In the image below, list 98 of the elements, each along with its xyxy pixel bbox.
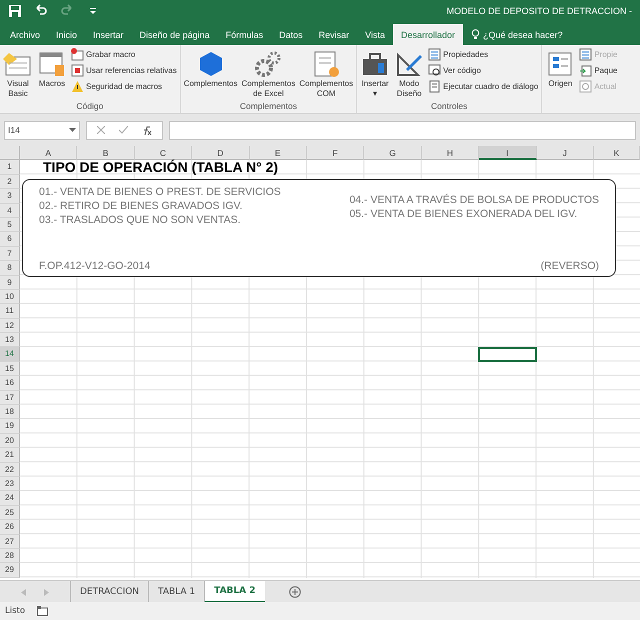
- row-header[interactable]: 28: [0, 548, 20, 564]
- name-box[interactable]: I14: [4, 120, 80, 140]
- ribbon-tab[interactable]: Archivo: [2, 24, 48, 45]
- window-title: MODELO DE DEPOSITO DE DETRACCION -: [446, 6, 632, 16]
- ribbon-button[interactable]: Complementos COM: [298, 47, 354, 101]
- side-label: (REVERSO): [540, 260, 599, 272]
- row-header[interactable]: 25: [0, 506, 20, 520]
- ribbon-button[interactable]: Modo Diseño: [393, 47, 426, 101]
- row-header[interactable]: 4: [0, 204, 20, 218]
- properties-list-icon: [579, 48, 592, 61]
- ribbon-tab[interactable]: Insertar: [85, 24, 132, 45]
- ribbon-button[interactable]: Grabar macro: [70, 47, 178, 62]
- row-header[interactable]: 18: [0, 405, 20, 420]
- row-header[interactable]: 23: [0, 476, 20, 492]
- ribbon-button[interactable]: Insertar ▾: [359, 47, 392, 101]
- column-header[interactable]: D: [192, 146, 250, 160]
- row-header[interactable]: 17: [0, 390, 20, 406]
- ribbon-button[interactable]: Origen: [544, 47, 576, 101]
- group-label: Código: [75, 101, 104, 113]
- ribbon-tab[interactable]: Diseño de página: [132, 24, 218, 45]
- column-header[interactable]: I: [479, 146, 537, 160]
- properties-list-icon: [428, 48, 442, 61]
- row-header[interactable]: 1: [0, 160, 20, 175]
- column-header[interactable]: C: [134, 146, 192, 160]
- row-header[interactable]: 21: [0, 448, 20, 463]
- check-icon[interactable]: [119, 126, 128, 134]
- operation-type: 01.- VENTA DE BIENES O PREST. DE SERVICIOS: [39, 186, 281, 198]
- column-header[interactable]: H: [422, 146, 480, 160]
- row-header[interactable]: 13: [0, 333, 20, 348]
- lightbulb-icon: [471, 29, 480, 40]
- ribbon-button[interactable]: Usar referencias relativas: [70, 63, 178, 78]
- ribbon-tab[interactable]: Desarrollador: [393, 24, 464, 45]
- macro-record-icon[interactable]: [37, 606, 48, 616]
- save-icon[interactable]: [8, 4, 22, 18]
- formula-field[interactable]: [169, 120, 636, 140]
- gears-icon: [253, 49, 284, 79]
- warning-icon: [71, 80, 84, 93]
- column-header[interactable]: B: [77, 146, 135, 160]
- row-header[interactable]: 16: [0, 376, 20, 391]
- sheet-title: TIPO DE OPERACIÓN (TABLA N° 2): [43, 160, 280, 175]
- column-header[interactable]: E: [250, 146, 307, 160]
- ribbon-button[interactable]: Propiedades: [427, 47, 540, 62]
- row-header[interactable]: 15: [0, 362, 20, 376]
- row-header[interactable]: 9: [0, 276, 20, 290]
- ribbon-button[interactable]: Ver código: [427, 63, 540, 78]
- operation-type: 04.- VENTA A TRAVÉS DE BOLSA DE PRODUCTOS: [349, 194, 599, 206]
- magnifier-page-icon: [428, 64, 442, 77]
- form-code: F.OP.412-V12-GO-2014: [39, 260, 150, 272]
- ribbon-tab[interactable]: Datos: [271, 24, 311, 45]
- ribbon-button[interactable]: Complementos: [182, 47, 239, 101]
- status-text: Listo: [5, 606, 26, 616]
- row-header[interactable]: 6: [0, 232, 20, 247]
- column-header[interactable]: A: [20, 146, 78, 160]
- row-header[interactable]: 14: [0, 347, 20, 362]
- function-icon[interactable]: [142, 126, 152, 134]
- refresh-page-icon: [579, 80, 592, 93]
- column-header[interactable]: J: [536, 146, 594, 160]
- group-label: Complementos: [238, 101, 298, 113]
- row-header[interactable]: 12: [0, 318, 20, 334]
- operation-type: 05.- VENTA DE BIENES EXONERADA DEL IGV.: [349, 208, 578, 220]
- ribbon-tab[interactable]: Fórmulas: [218, 24, 272, 45]
- selected-cell[interactable]: [478, 346, 537, 362]
- tell-me-field[interactable]: ¿Qué desea hacer?: [463, 24, 571, 45]
- row-header[interactable]: 19: [0, 419, 20, 434]
- row-header[interactable]: 11: [0, 304, 20, 319]
- ribbon-tab[interactable]: Revisar: [310, 24, 358, 45]
- row-header[interactable]: 5: [0, 218, 20, 232]
- add-sheet-icon[interactable]: [288, 586, 301, 598]
- ribbon-button[interactable]: Complementos de Excel: [240, 47, 296, 101]
- operation-type: 02.- RETIRO DE BIENES GRAVADOS IGV.: [39, 200, 244, 212]
- sheet-tab[interactable]: TABLA 2: [204, 581, 265, 603]
- grid-target-icon: [71, 64, 84, 77]
- row-header[interactable]: 7: [0, 246, 20, 262]
- row-header[interactable]: 26: [0, 520, 20, 535]
- row-header[interactable]: 2: [0, 174, 20, 190]
- row-header[interactable]: 10: [0, 290, 20, 304]
- ribbon-button[interactable]: Paque: [578, 63, 618, 78]
- undo-icon[interactable]: [34, 4, 48, 18]
- ribbon-tab[interactable]: Inicio: [48, 24, 86, 45]
- record-macro-icon: [71, 48, 84, 61]
- operation-type: 03.- TRASLADOS QUE NO SON VENTAS.: [39, 214, 242, 226]
- ribbon-button[interactable]: Visual Basic: [2, 47, 34, 101]
- ribbon-button[interactable]: Macros: [36, 47, 68, 101]
- row-header[interactable]: 22: [0, 462, 20, 477]
- group-label: Controles: [430, 101, 468, 113]
- ribbon-button[interactable]: Seguridad de macros: [70, 79, 178, 94]
- column-header[interactable]: F: [306, 146, 364, 160]
- row-header[interactable]: 24: [0, 491, 20, 506]
- column-header[interactable]: G: [364, 146, 422, 160]
- ribbon-button[interactable]: Ejecutar cuadro de diálogo: [427, 79, 540, 94]
- column-header[interactable]: K: [594, 146, 640, 160]
- row-header[interactable]: 3: [0, 189, 20, 204]
- ribbon-tab[interactable]: Vista: [357, 24, 394, 45]
- row-header[interactable]: 20: [0, 434, 20, 448]
- row-header[interactable]: 29: [0, 563, 20, 578]
- dialog-page-icon: [428, 80, 442, 93]
- row-header[interactable]: 8: [0, 261, 20, 276]
- row-header[interactable]: 27: [0, 534, 20, 549]
